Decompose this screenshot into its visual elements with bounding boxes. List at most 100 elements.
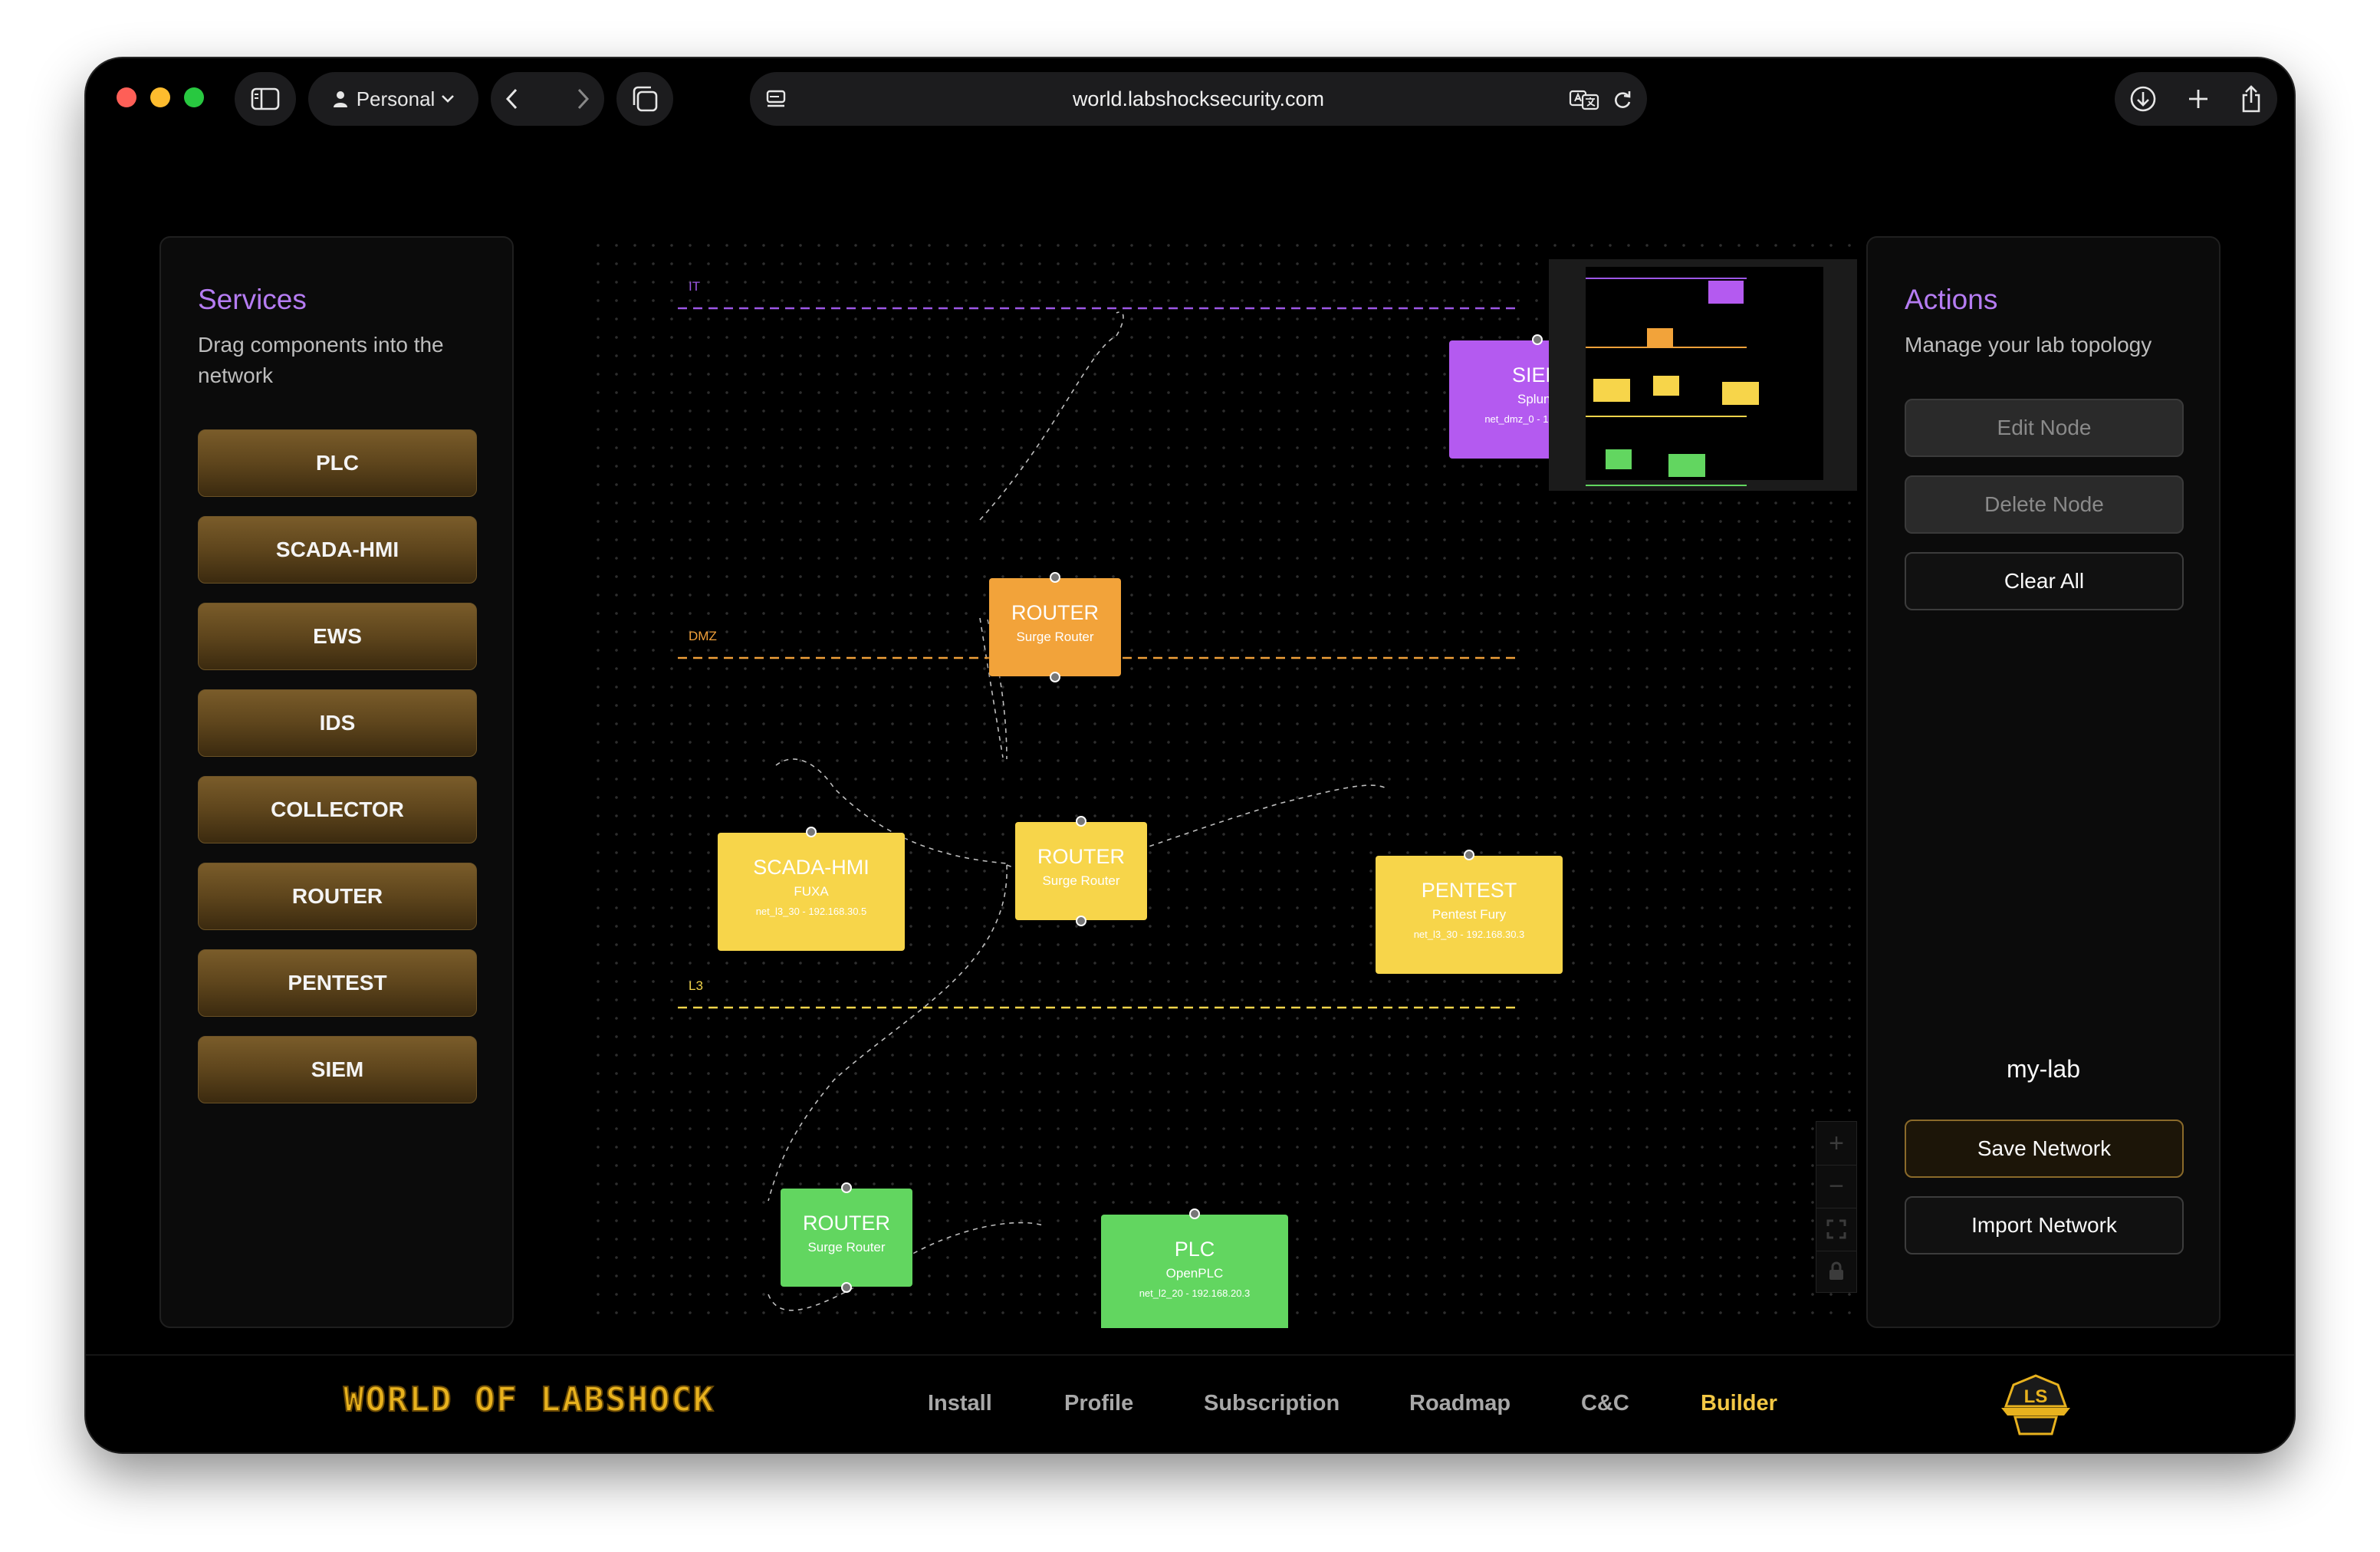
node-network: net_l3_30 - 192.168.30.5 xyxy=(755,906,867,917)
close-window-button[interactable] xyxy=(117,87,136,107)
person-icon xyxy=(333,91,347,107)
tab-overview-button[interactable] xyxy=(616,72,673,126)
zone-label-dmz: DMZ xyxy=(689,629,717,643)
bottom-nav: WORLD OF LABSHOCK Install Profile Subscr… xyxy=(86,1354,2294,1452)
node-handle[interactable] xyxy=(1050,572,1060,583)
actions-panel: Actions Manage your lab topology Edit No… xyxy=(1866,236,2221,1328)
node-handle[interactable] xyxy=(1076,916,1086,926)
node-plc[interactable]: PLC OpenPLC net_l2_20 - 192.168.20.3 xyxy=(1101,1208,1288,1328)
node-handle[interactable] xyxy=(1532,334,1543,345)
fit-view-icon[interactable] xyxy=(1816,1208,1856,1251)
network-canvas[interactable]: IT DMZ L3 SIEM Splunk net_dmz_0 - 172.16… xyxy=(589,236,1877,1328)
minimap-node xyxy=(1606,449,1632,469)
node-subtitle: FUXA xyxy=(794,884,829,899)
services-panel: Services Drag components into the networ… xyxy=(159,236,514,1328)
nav-link-install[interactable]: Install xyxy=(928,1391,992,1416)
download-icon[interactable] xyxy=(2129,85,2157,113)
service-scada-hmi-button[interactable]: SCADA-HMI xyxy=(198,516,477,584)
service-siem-button[interactable]: SIEM xyxy=(198,1036,477,1103)
node-handle[interactable] xyxy=(841,1282,852,1293)
minimap-viewport xyxy=(1586,267,1823,486)
toolbar-right-actions xyxy=(2115,72,2277,126)
delete-node-button[interactable]: Delete Node xyxy=(1905,475,2184,534)
minimap-zone-line xyxy=(1586,278,1747,279)
minimap-zone-line xyxy=(1586,416,1747,417)
node-title: ROUTER xyxy=(1011,601,1099,624)
zoom-out-minus-icon[interactable]: − xyxy=(1816,1165,1856,1208)
share-icon[interactable] xyxy=(2240,84,2263,113)
node-subtitle: Surge Router xyxy=(807,1240,886,1254)
node-title: SCADA-HMI xyxy=(753,856,869,879)
service-pentest-button[interactable]: PENTEST xyxy=(198,949,477,1017)
nav-divider xyxy=(546,82,548,116)
site-logo[interactable]: WORLD OF LABSHOCK xyxy=(343,1379,715,1420)
node-router-l3[interactable]: ROUTER Surge Router xyxy=(1015,816,1147,926)
sidebar-toggle-button[interactable] xyxy=(235,72,296,126)
history-nav xyxy=(491,72,604,126)
new-tab-plus-icon[interactable] xyxy=(2187,87,2210,110)
service-router-button[interactable]: ROUTER xyxy=(198,863,477,930)
profile-label: Personal xyxy=(356,87,436,110)
node-handle[interactable] xyxy=(1189,1208,1200,1219)
service-ids-button[interactable]: IDS xyxy=(198,689,477,757)
address-bar[interactable]: world.labshocksecurity.com xyxy=(750,72,1647,126)
node-scada-hmi[interactable]: SCADA-HMI FUXA net_l3_30 - 192.168.30.5 xyxy=(718,827,905,951)
url-text: world.labshocksecurity.com xyxy=(1072,87,1325,110)
node-pentest[interactable]: PENTEST Pentest Fury net_l3_30 - 192.168… xyxy=(1376,850,1563,974)
minimap-zone-line xyxy=(1586,485,1747,486)
node-title: ROUTER xyxy=(1037,845,1125,868)
maximize-window-button[interactable] xyxy=(184,87,204,107)
lock-icon[interactable] xyxy=(1816,1251,1856,1294)
node-handle[interactable] xyxy=(1464,850,1474,860)
service-plc-button[interactable]: PLC xyxy=(198,429,477,497)
clear-all-button[interactable]: Clear All xyxy=(1905,552,2184,610)
node-handle[interactable] xyxy=(806,827,817,837)
back-arrow-icon[interactable] xyxy=(505,87,520,110)
save-network-button[interactable]: Save Network xyxy=(1905,1120,2184,1178)
nav-link-cc[interactable]: C&C xyxy=(1581,1391,1629,1416)
minimap[interactable] xyxy=(1549,259,1857,491)
sidebar-icon xyxy=(251,87,280,110)
services-subtitle: Drag components into the network xyxy=(198,333,444,387)
node-title: ROUTER xyxy=(803,1212,890,1235)
service-collector-button[interactable]: COLLECTOR xyxy=(198,776,477,843)
edit-node-button[interactable]: Edit Node xyxy=(1905,399,2184,457)
node-handle[interactable] xyxy=(841,1182,852,1193)
minimap-node xyxy=(1668,454,1705,477)
actions-title: Actions xyxy=(1905,284,1998,315)
service-ews-button[interactable]: EWS xyxy=(198,603,477,670)
node-title: PLC xyxy=(1174,1238,1215,1261)
minimap-node xyxy=(1722,382,1759,405)
import-network-button[interactable]: Import Network xyxy=(1905,1196,2184,1254)
nav-link-profile[interactable]: Profile xyxy=(1064,1391,1133,1416)
node-title: PENTEST xyxy=(1421,879,1517,902)
minimap-node xyxy=(1593,379,1630,402)
node-subtitle: Surge Router xyxy=(1042,873,1120,888)
node-handle[interactable] xyxy=(1050,672,1060,682)
reload-icon[interactable] xyxy=(1612,89,1633,110)
node-router-dmz[interactable]: ROUTER Surge Router xyxy=(989,572,1121,682)
node-network: net_l3_30 - 192.168.30.3 xyxy=(1413,929,1525,940)
browser-toolbar: Personal world.labshocksecurity.com xyxy=(86,58,2294,138)
browser-window: Personal world.labshocksecurity.com Serv… xyxy=(86,58,2294,1452)
zoom-controls: + − xyxy=(1816,1121,1857,1293)
nav-link-subscription[interactable]: Subscription xyxy=(1204,1391,1340,1416)
chevron-down-icon xyxy=(442,95,455,103)
node-subtitle: OpenPLC xyxy=(1165,1266,1224,1281)
tabs-icon xyxy=(633,86,658,112)
node-handle[interactable] xyxy=(1076,816,1086,827)
node-network: net_l2_20 - 192.168.20.3 xyxy=(1139,1287,1251,1299)
user-avatar[interactable]: LS xyxy=(1998,1370,2073,1439)
minimize-window-button[interactable] xyxy=(150,87,170,107)
forward-arrow-icon[interactable] xyxy=(575,87,590,110)
nav-link-roadmap[interactable]: Roadmap xyxy=(1409,1391,1511,1416)
minimap-node xyxy=(1647,328,1673,348)
profile-menu-button[interactable]: Personal xyxy=(308,72,478,126)
translate-icon[interactable] xyxy=(1569,89,1599,110)
node-router-ot[interactable]: ROUTER Surge Router xyxy=(781,1182,912,1293)
avatar-badge-text: LS xyxy=(2023,1386,2048,1407)
node-subtitle: Pentest Fury xyxy=(1432,907,1507,922)
nav-link-builder[interactable]: Builder xyxy=(1701,1391,1777,1416)
actions-subtitle: Manage your lab topology xyxy=(1905,333,2152,357)
zoom-in-plus-icon[interactable]: + xyxy=(1816,1122,1856,1166)
